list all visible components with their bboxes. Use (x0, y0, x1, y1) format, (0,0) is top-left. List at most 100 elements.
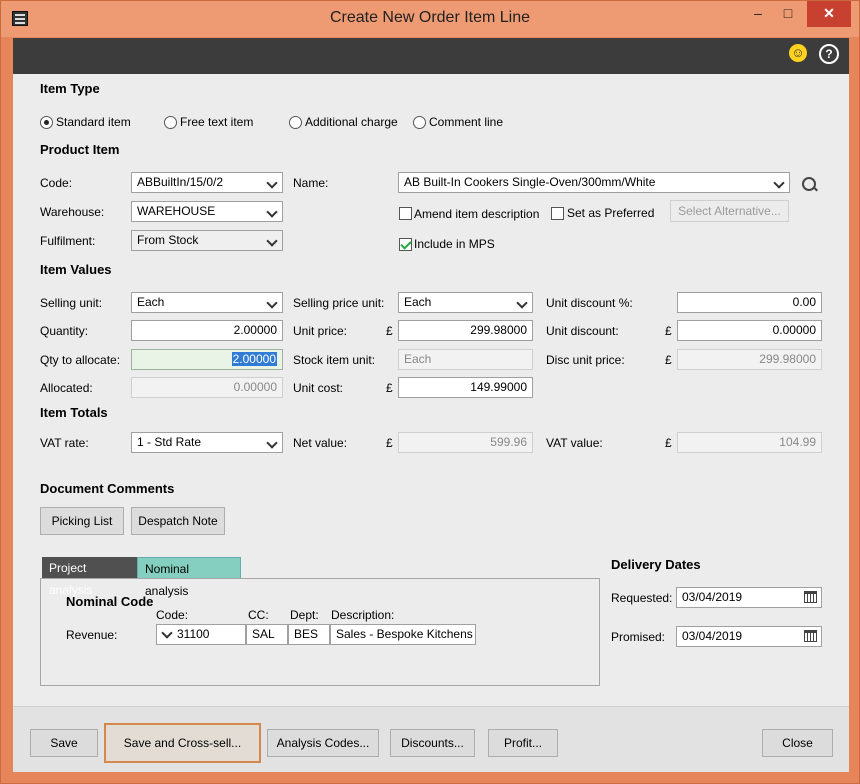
quantity-input[interactable]: 2.00000 (131, 320, 283, 341)
promised-label: Promised: (611, 630, 666, 644)
item-values-heading: Item Values (40, 262, 112, 277)
unit-cost-label: Unit cost: (293, 381, 344, 395)
net-value-label: Net value: (293, 436, 348, 450)
name-value: AB Built-In Cookers Single-Oven/300mm/Wh… (404, 175, 656, 189)
revenue-label: Revenue: (66, 628, 118, 642)
top-toolbar: ☺ ? (13, 38, 849, 74)
select-alternative-button[interactable]: Select Alternative... (670, 200, 789, 222)
disc-unit-price-field: 299.98000 (677, 349, 822, 370)
code-combo[interactable]: ABBuiltIn/15/0/2 (131, 172, 283, 193)
code-label: Code: (40, 176, 73, 190)
name-combo[interactable]: AB Built-In Cookers Single-Oven/300mm/Wh… (398, 172, 790, 193)
department-input[interactable]: BES (288, 624, 330, 645)
include-mps-label: Include in MPS (414, 237, 495, 251)
radio-comment-line[interactable] (413, 116, 426, 129)
warehouse-combo[interactable]: WAREHOUSE (131, 201, 283, 222)
radio-comment-line-label: Comment line (429, 115, 504, 129)
currency-symbol: £ (386, 381, 393, 395)
nominal-code-input[interactable]: 31100 (156, 624, 246, 645)
despatch-note-button[interactable]: Despatch Note (131, 507, 225, 535)
currency-symbol: £ (386, 436, 393, 450)
nominal-description-field[interactable]: Sales - Bespoke Kitchens (330, 624, 476, 645)
vat-rate-value: 1 - Std Rate (137, 435, 202, 449)
stock-item-unit-label: Stock item unit: (293, 353, 376, 367)
search-icon[interactable] (802, 177, 816, 191)
discounts-button[interactable]: Discounts... (390, 729, 475, 757)
chevron-down-icon (161, 627, 173, 639)
unit-cost-input[interactable]: 149.99000 (398, 377, 533, 398)
unit-discount-pct-input[interactable]: 0.00 (677, 292, 822, 313)
tab-project-analysis[interactable]: Project analysis (42, 557, 137, 597)
chevron-down-icon (266, 235, 278, 247)
warehouse-value: WAREHOUSE (137, 204, 216, 218)
save-and-cross-sell-button[interactable]: Save and Cross-sell... (104, 723, 261, 763)
unit-discount-label: Unit discount: (546, 324, 619, 338)
profit-button[interactable]: Profit... (488, 729, 558, 757)
item-totals-heading: Item Totals (40, 405, 108, 420)
calendar-icon[interactable] (804, 630, 817, 642)
selling-price-unit-value: Each (404, 295, 432, 309)
item-type-heading: Item Type (40, 81, 100, 96)
radio-additional-charge[interactable] (289, 116, 302, 129)
unit-price-input[interactable]: 299.98000 (398, 320, 533, 341)
analysis-codes-button[interactable]: Analysis Codes... (267, 729, 379, 757)
code-value: ABBuiltIn/15/0/2 (137, 175, 224, 189)
qty-to-allocate-input[interactable]: 2.00000 (131, 349, 283, 370)
vat-rate-combo[interactable]: 1 - Std Rate (131, 432, 283, 453)
code-column-header: Code: (156, 608, 189, 622)
currency-symbol: £ (386, 324, 393, 338)
radio-free-text-item[interactable] (164, 116, 177, 129)
cost-centre-input[interactable]: SAL (246, 624, 288, 645)
currency-symbol: £ (665, 353, 672, 367)
warehouse-label: Warehouse: (40, 205, 105, 219)
radio-free-text-item-label: Free text item (180, 115, 254, 129)
tab-nominal-analysis[interactable]: Nominal analysis (137, 557, 241, 598)
promised-date-value: 03/04/2019 (682, 629, 743, 643)
minimize-button[interactable]: – (743, 1, 773, 27)
vat-rate-label: VAT rate: (40, 436, 89, 450)
unit-discount-pct-label: Unit discount %: (546, 296, 633, 310)
amend-description-label: Amend item description (414, 207, 540, 221)
requested-date-input[interactable]: 03/04/2019 (676, 587, 822, 608)
name-label: Name: (293, 176, 329, 190)
close-window-button[interactable]: ✕ (807, 1, 851, 27)
currency-symbol: £ (665, 436, 672, 450)
set-as-preferred-label: Set as Preferred (567, 206, 655, 220)
fulfilment-label: Fulfilment: (40, 234, 96, 248)
cc-column-header: CC: (248, 608, 269, 622)
description-column-header: Description: (331, 608, 395, 622)
allocated-label: Allocated: (40, 381, 93, 395)
dept-column-header: Dept: (290, 608, 319, 622)
set-as-preferred-checkbox[interactable] (551, 207, 564, 220)
unit-discount-input[interactable]: 0.00000 (677, 320, 822, 341)
promised-date-input[interactable]: 03/04/2019 (676, 626, 822, 647)
vat-value-label: VAT value: (546, 436, 603, 450)
document-comments-heading: Document Comments (40, 481, 175, 496)
close-button[interactable]: Close (762, 729, 833, 757)
include-mps-checkbox[interactable] (399, 238, 412, 251)
save-button[interactable]: Save (30, 729, 98, 757)
dialog-window: Create New Order Item Line – □ ✕ ☺ ? Ite… (0, 0, 860, 784)
dialog-content: ☺ ? Item Type Standard item Free text it… (13, 38, 849, 772)
fulfilment-combo[interactable]: From Stock (131, 230, 283, 251)
chevron-down-icon (266, 206, 278, 218)
help-icon[interactable]: ? (819, 44, 839, 64)
selling-unit-combo[interactable]: Each (131, 292, 283, 313)
radio-standard-item[interactable] (40, 116, 53, 129)
vat-value-field: 104.99 (677, 432, 822, 453)
title-bar[interactable]: Create New Order Item Line – □ ✕ (1, 1, 859, 37)
nominal-code-heading: Nominal Code (66, 594, 154, 609)
selling-price-unit-label: Selling price unit: (293, 296, 385, 310)
chevron-down-icon (266, 437, 278, 449)
chevron-down-icon (266, 297, 278, 309)
radio-additional-charge-label: Additional charge (305, 115, 398, 129)
calendar-icon[interactable] (804, 591, 817, 603)
requested-date-value: 03/04/2019 (682, 590, 743, 604)
currency-symbol: £ (665, 324, 672, 338)
smiley-icon[interactable]: ☺ (789, 44, 807, 62)
maximize-button[interactable]: □ (773, 1, 803, 27)
button-bar: Save Save and Cross-sell... Analysis Cod… (13, 706, 849, 772)
amend-description-checkbox[interactable] (399, 207, 412, 220)
selling-price-unit-combo[interactable]: Each (398, 292, 533, 313)
picking-list-button[interactable]: Picking List (40, 507, 124, 535)
